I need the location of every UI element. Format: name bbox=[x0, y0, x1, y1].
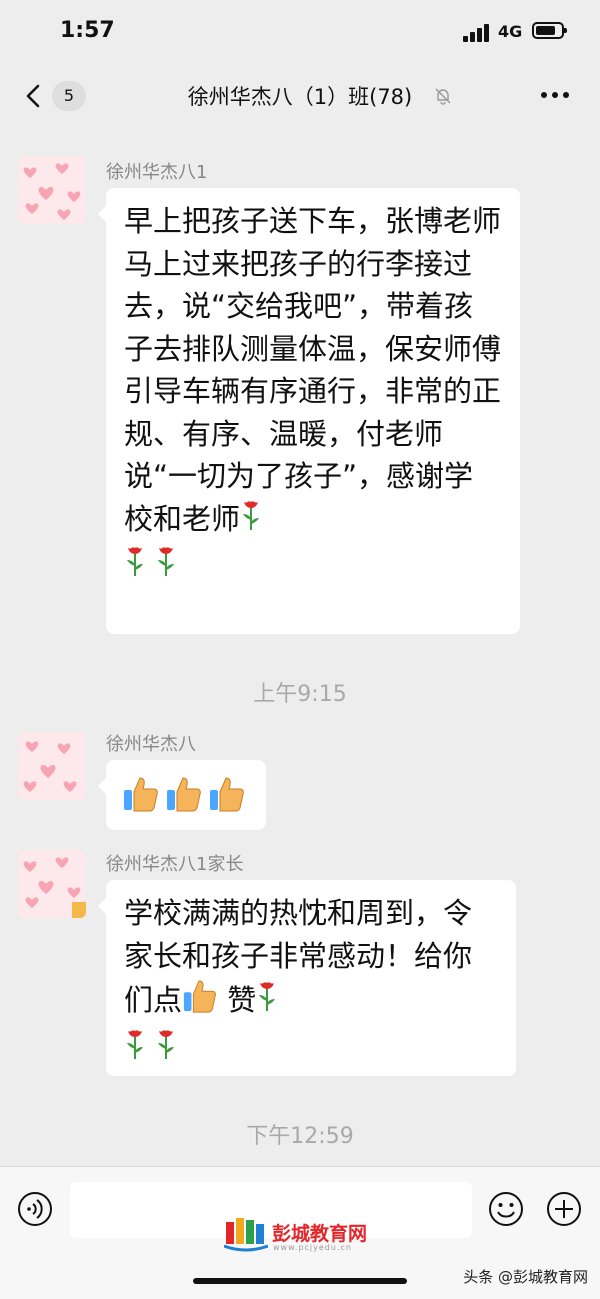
thumbs-up-icon bbox=[182, 977, 218, 1027]
chat-title[interactable]: 徐州华杰八（1）班(78) bbox=[120, 81, 480, 111]
signal-icon bbox=[463, 24, 491, 42]
battery-icon bbox=[532, 22, 567, 39]
voice-icon[interactable] bbox=[17, 1191, 53, 1227]
message-bubble[interactable]: 学校满满的热忱和周到，令家长和孩子非常感动！给你们点 赞 bbox=[98, 880, 516, 1076]
watermark-logo-icon bbox=[224, 1218, 268, 1252]
message-body: 早上把孩子送下车，张博老师马上过来把孩子的行李接过去，说“交给我吧”，带着孩子去… bbox=[124, 204, 502, 536]
message-bubble[interactable] bbox=[98, 760, 266, 832]
rose-icon bbox=[155, 544, 177, 590]
sender-name: 徐州华杰八1 bbox=[106, 162, 208, 183]
rose-icon bbox=[124, 1027, 146, 1073]
chat-header: 5 徐州华杰八（1）班(78) bbox=[0, 64, 600, 128]
plus-icon[interactable] bbox=[546, 1191, 582, 1227]
timestamp: 上午9:15 bbox=[253, 682, 347, 707]
watermark-url: www.pcjyedu.cn bbox=[273, 1243, 352, 1252]
rose-icon bbox=[155, 1027, 177, 1073]
more-options-icon[interactable] bbox=[540, 90, 570, 100]
timestamp: 下午12:59 bbox=[246, 1124, 354, 1149]
watermark-name: 彭城教育网 bbox=[272, 1223, 368, 1245]
avatar[interactable] bbox=[18, 156, 86, 224]
back-chevron-icon[interactable] bbox=[20, 82, 48, 110]
rose-icon bbox=[124, 544, 146, 590]
source-credit: 头条 @彭城教育网 bbox=[463, 1268, 588, 1286]
rose-icon bbox=[256, 979, 278, 1025]
message-text: 学校满满的热忱和周到，令家长和孩子非常感动！给你们点 赞 bbox=[106, 880, 516, 1082]
unread-count-badge[interactable]: 5 bbox=[52, 81, 86, 111]
thumbs-up-icon bbox=[208, 774, 246, 818]
status-time: 1:57 bbox=[60, 18, 115, 43]
mute-bell-icon bbox=[435, 88, 451, 105]
battery-fill bbox=[536, 26, 556, 35]
message-body-end: 赞 bbox=[227, 982, 257, 1017]
thumbs-up-icon bbox=[122, 774, 160, 818]
message-input[interactable] bbox=[70, 1182, 472, 1238]
sender-name: 徐州华杰八 bbox=[106, 734, 196, 755]
avatar[interactable] bbox=[18, 850, 86, 918]
message-text: 早上把孩子送下车，张博老师马上过来把孩子的行李接过去，说“交给我吧”，带着孩子去… bbox=[106, 188, 520, 599]
message-bubble[interactable]: 早上把孩子送下车，张博老师马上过来把孩子的行李接过去，说“交给我吧”，带着孩子去… bbox=[98, 188, 520, 634]
message-body: 学校满满的热忱和周到，令家长和孩子非常感动！给你们点 bbox=[124, 896, 473, 1017]
sender-name: 徐州华杰八1家长 bbox=[106, 854, 244, 875]
thumbs-up-icon bbox=[165, 774, 203, 818]
home-indicator bbox=[193, 1278, 407, 1284]
network-type: 4G bbox=[498, 22, 523, 41]
thumbs-up-group bbox=[106, 760, 266, 832]
status-bar: 1:57 4G bbox=[0, 0, 600, 64]
emoji-icon[interactable] bbox=[488, 1191, 524, 1227]
avatar[interactable] bbox=[18, 732, 86, 800]
rose-icon bbox=[240, 498, 262, 544]
